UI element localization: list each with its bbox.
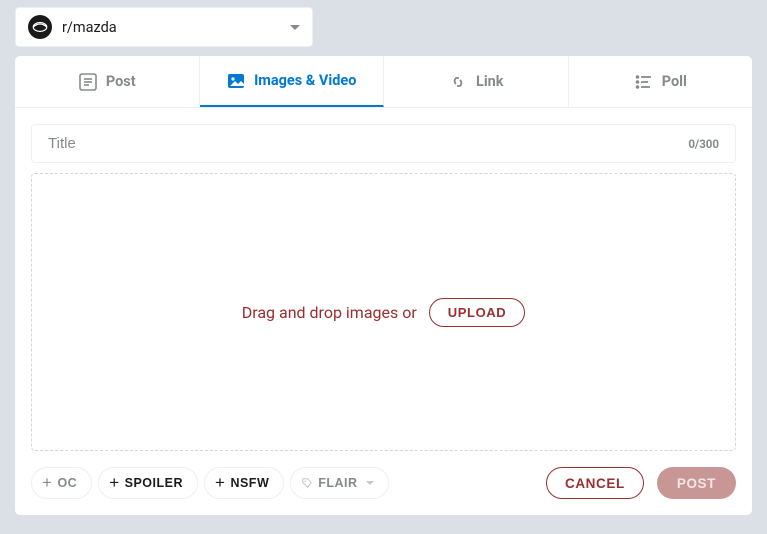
link-icon: [448, 72, 468, 92]
tab-post[interactable]: Post: [15, 56, 200, 107]
tab-link-label: Link: [476, 73, 504, 90]
plus-icon: +: [42, 474, 52, 491]
tag-icon: [301, 477, 313, 489]
spoiler-tag-button[interactable]: + SPOILER: [98, 467, 198, 499]
flair-label: FLAIR: [318, 476, 357, 490]
image-icon: [226, 71, 246, 91]
chevron-down-icon: [290, 25, 300, 30]
community-selector[interactable]: r/mazda: [15, 7, 313, 47]
compose-body: 0/300 Drag and drop images or UPLOAD + O…: [15, 108, 752, 515]
title-field-wrapper: 0/300: [31, 124, 736, 163]
upload-button[interactable]: UPLOAD: [429, 298, 526, 327]
plus-icon: +: [215, 474, 225, 491]
tab-post-label: Post: [106, 73, 136, 90]
cancel-button[interactable]: CANCEL: [546, 467, 644, 499]
community-name: r/mazda: [62, 19, 290, 36]
oc-tag-button[interactable]: + OC: [31, 467, 92, 499]
chevron-down-icon: [366, 481, 374, 485]
post-icon: [78, 72, 98, 92]
media-dropzone[interactable]: Drag and drop images or UPLOAD: [31, 173, 736, 451]
post-type-tabs: Post Images & Video Link Poll: [15, 56, 752, 108]
tab-poll[interactable]: Poll: [569, 56, 753, 107]
poll-icon: [634, 72, 654, 92]
title-char-count: 0/300: [688, 137, 719, 151]
community-icon: [28, 15, 52, 39]
dropzone-text: Drag and drop images or: [242, 303, 417, 322]
post-form-card: Post Images & Video Link Poll 0/300: [15, 56, 752, 515]
compose-footer: + OC + SPOILER + NSFW FLAIR CANCEL POST: [31, 467, 736, 499]
oc-label: OC: [57, 476, 77, 490]
plus-icon: +: [109, 474, 119, 491]
spoiler-label: SPOILER: [125, 476, 183, 490]
title-input[interactable]: [48, 135, 688, 152]
post-button[interactable]: POST: [657, 467, 736, 499]
tab-images-label: Images & Video: [254, 72, 356, 89]
tab-images-video[interactable]: Images & Video: [200, 56, 385, 107]
tab-link[interactable]: Link: [384, 56, 569, 107]
flair-button[interactable]: FLAIR: [290, 467, 388, 499]
nsfw-tag-button[interactable]: + NSFW: [204, 467, 284, 499]
tab-poll-label: Poll: [662, 73, 687, 90]
nsfw-label: NSFW: [230, 476, 269, 490]
